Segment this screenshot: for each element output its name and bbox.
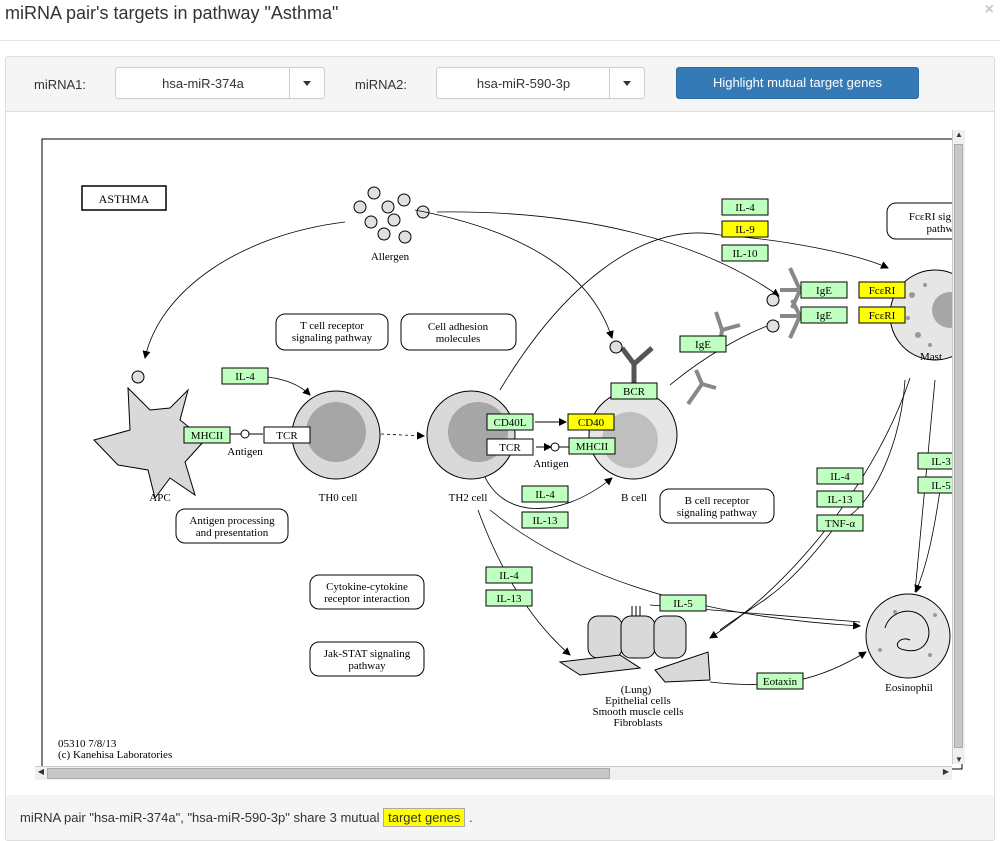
antigen-proc-line1: Antigen processing xyxy=(189,515,275,527)
gene-label-ige-a: IgE xyxy=(816,285,832,297)
adhesion-line1: Cell adhesion xyxy=(428,321,489,333)
pathway-map: ASTHMA Allergen APC Antigen TH0 cell TH2… xyxy=(41,138,965,770)
dialog-title: miRNA pair's targets in pathway "Asthma" xyxy=(5,3,339,23)
cytokine-line1: Cytokine-cytokine xyxy=(326,581,408,593)
gene-label-il13-r: IL-13 xyxy=(827,494,853,506)
result-footer: miRNA pair "hsa-miR-374a", "hsa-miR-590-… xyxy=(5,795,995,841)
scroll-up-icon[interactable]: ▲ xyxy=(953,130,965,139)
gene-label-ige-c: IgE xyxy=(695,339,711,351)
antigen-dot-icon xyxy=(131,370,145,384)
gene-label-il13-mid: IL-13 xyxy=(532,515,558,527)
apc-label: APC xyxy=(149,492,170,504)
gene-label-il3-edge: IL-3 xyxy=(931,456,951,468)
mirna1-select[interactable]: hsa-miR-374a xyxy=(115,67,325,99)
result-prefix: miRNA pair "hsa-miR-374a", "hsa-miR-590-… xyxy=(20,810,380,825)
mirna1-label: miRNA1: xyxy=(34,77,87,92)
antigen-proc-line2: and presentation xyxy=(196,527,269,539)
scroll-left-icon[interactable]: ◀ xyxy=(35,767,47,776)
result-suffix: . xyxy=(469,810,473,825)
gene-label-mhcii-apc: MHCII xyxy=(191,430,224,442)
gene-label-il13-low: IL-13 xyxy=(496,593,522,605)
bcr-pathway-line2: signaling pathway xyxy=(677,507,758,519)
gene-label-mhcii-b: MHCII xyxy=(576,441,609,453)
scroll-right-icon[interactable]: ▶ xyxy=(940,767,952,776)
gene-label-il10: IL-10 xyxy=(732,248,758,260)
close-icon[interactable]: × xyxy=(985,1,994,19)
antigen-label-2: Antigen xyxy=(533,458,569,470)
tcr-pathway-line1: T cell receptor xyxy=(300,320,364,332)
scroll-down-icon[interactable]: ▼ xyxy=(953,755,965,764)
vertical-scrollbar[interactable]: ▲ ▼ xyxy=(952,130,965,764)
dialog-header: miRNA pair's targets in pathway "Asthma"… xyxy=(0,0,1000,41)
mast-label: Mast xyxy=(920,351,942,363)
fceri-pathway-line2: pathw xyxy=(927,223,954,235)
mirna1-dropdown-toggle[interactable] xyxy=(289,68,324,98)
chevron-down-icon xyxy=(623,81,631,86)
gene-label-il4-mid: IL-4 xyxy=(535,489,555,501)
gene-label-bcr: BCR xyxy=(623,386,646,398)
gene-label-cd40: CD40 xyxy=(578,417,605,429)
gene-label-il4-apc: IL-4 xyxy=(235,371,255,383)
mirna2-value: hsa-miR-590-3p xyxy=(476,76,571,91)
horizontal-scroll-thumb[interactable] xyxy=(47,768,610,779)
allergen-label: Allergen xyxy=(371,251,410,263)
eosinophil-label: Eosinophil xyxy=(885,682,933,694)
highlight-mutual-button[interactable]: Highlight mutual target genes xyxy=(676,67,919,99)
gene-label-eotaxin: Eotaxin xyxy=(763,676,798,688)
vertical-scroll-thumb[interactable] xyxy=(954,144,963,748)
mirna1-value: hsa-miR-374a xyxy=(162,76,244,91)
copyright-label: (c) Kanehisa Laboratories xyxy=(58,749,172,761)
gene-label-cd40l: CD40L xyxy=(494,417,527,429)
tcr-pathway-line2: signaling pathway xyxy=(292,332,373,344)
adhesion-line2: molecules xyxy=(436,333,481,345)
mirna2-dropdown-toggle[interactable] xyxy=(609,68,644,98)
gene-label-fceri-b: FcεRI xyxy=(869,310,896,322)
pathway-viewport[interactable]: ASTHMA Allergen APC Antigen TH0 cell TH2… xyxy=(35,130,965,780)
cytokine-line2: receptor interaction xyxy=(324,593,410,605)
result-text: miRNA pair "hsa-miR-374a", "hsa-miR-590-… xyxy=(20,808,473,827)
gene-label-ige-b: IgE xyxy=(816,310,832,322)
b-cell-label: B cell xyxy=(621,492,647,504)
mirna-toolbar: miRNA1: hsa-miR-374a miRNA2: hsa-miR-590… xyxy=(5,56,995,112)
antigen-label-1: Antigen xyxy=(227,446,263,458)
fibroblasts-label: Fibroblasts xyxy=(614,717,663,729)
gene-label-il4-top: IL-4 xyxy=(735,202,755,214)
gene-label-il5-edge: IL-5 xyxy=(931,480,951,492)
horizontal-scrollbar[interactable]: ◀ ▶ xyxy=(35,766,952,780)
gene-label-il9: IL-9 xyxy=(735,224,755,236)
eosinophil-icon xyxy=(865,593,951,679)
mirna2-label: miRNA2: xyxy=(355,77,408,92)
map-title: ASTHMA xyxy=(99,192,150,206)
jak-line1: Jak-STAT signaling xyxy=(324,648,411,660)
chevron-down-icon xyxy=(303,81,311,86)
jak-line2: pathway xyxy=(348,660,386,672)
gene-label-il4-r: IL-4 xyxy=(830,471,850,483)
th2-label: TH2 cell xyxy=(449,492,488,504)
gene-label-il4-low: IL-4 xyxy=(499,570,519,582)
gene-label-tnfa: TNF-α xyxy=(825,518,855,530)
mirna2-select[interactable]: hsa-miR-590-3p xyxy=(436,67,645,99)
gene-label-tcr-th0: TCR xyxy=(276,430,298,442)
gene-label-tcr-th2: TCR xyxy=(499,442,521,454)
th0-label: TH0 cell xyxy=(319,492,358,504)
gene-label-il5-low: IL-5 xyxy=(673,598,693,610)
gene-label-fceri-a: FcεRI xyxy=(869,285,896,297)
fceri-pathway-line1: FcεRI sig xyxy=(909,211,952,223)
target-genes-link[interactable]: target genes xyxy=(383,808,466,827)
bcr-pathway-line1: B cell receptor xyxy=(685,495,750,507)
